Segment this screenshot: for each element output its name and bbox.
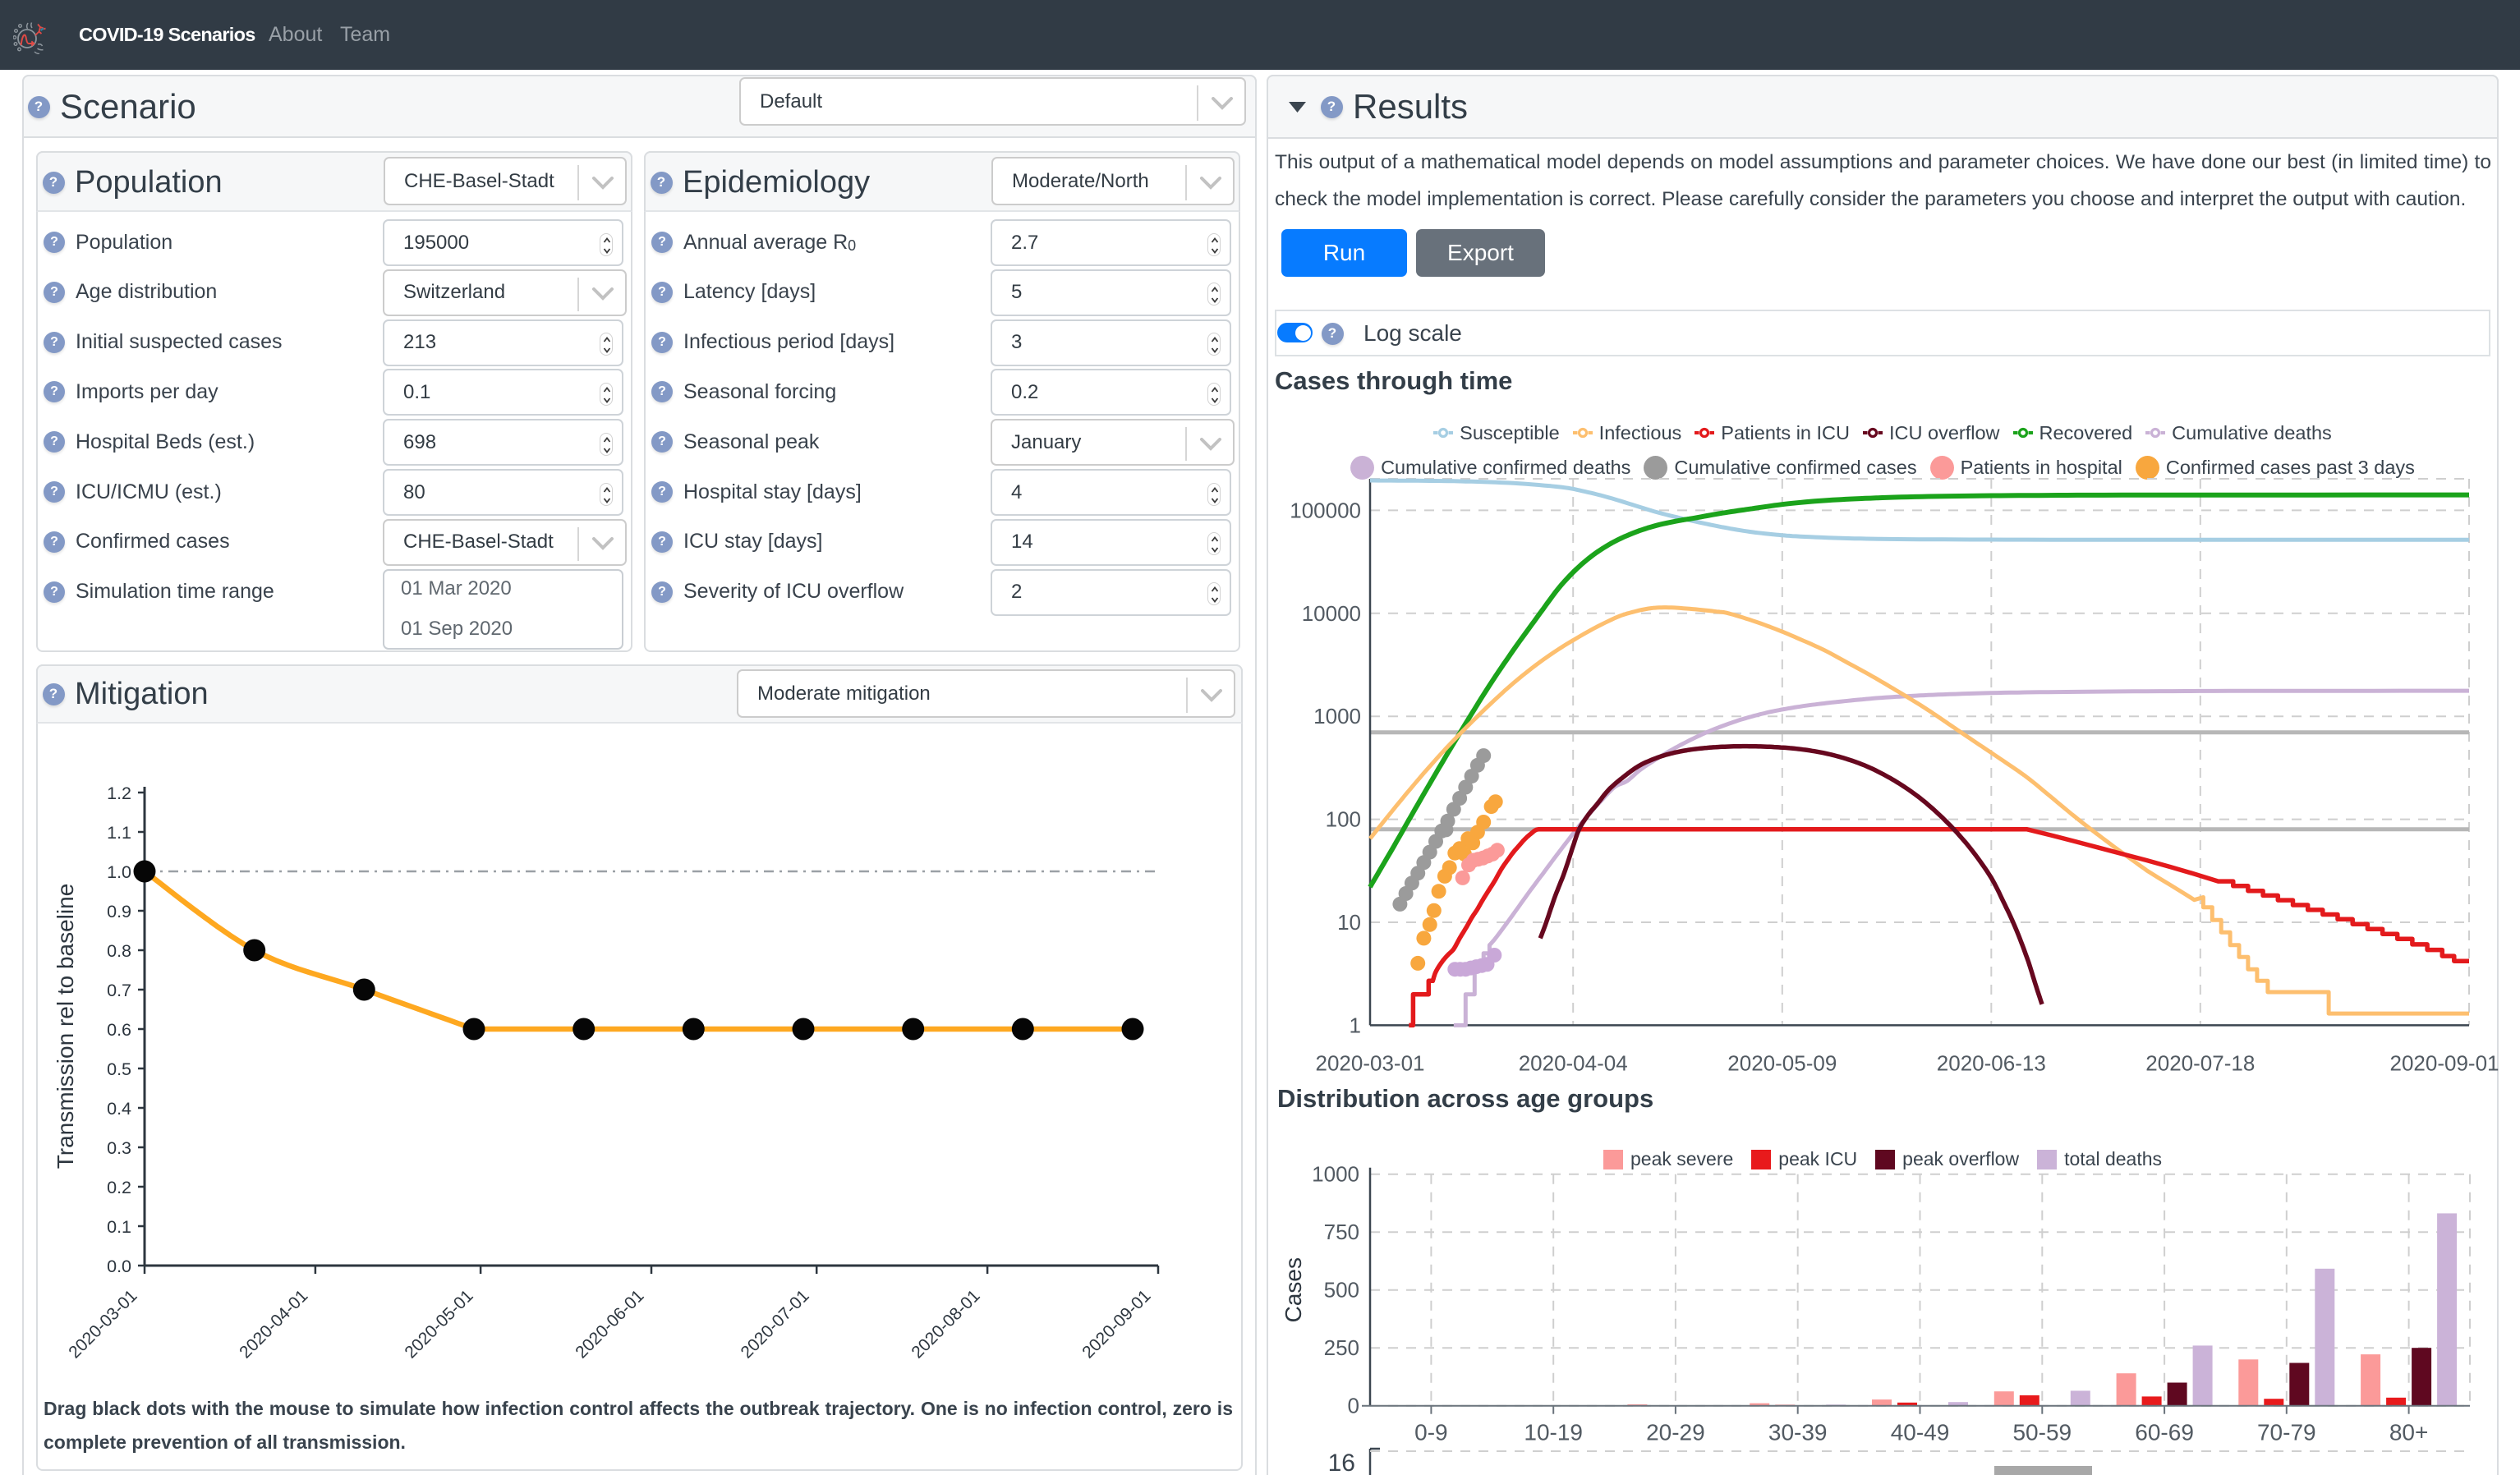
svg-text:Transmission rel to baseline: Transmission rel to baseline — [53, 884, 78, 1169]
svg-text:2020-03-01: 2020-03-01 — [1316, 1050, 1425, 1075]
svg-text:0.2: 0.2 — [107, 1178, 131, 1197]
svg-text:60-69: 60-69 — [2135, 1420, 2194, 1445]
svg-text:30-39: 30-39 — [1768, 1420, 1828, 1445]
svg-text:2020-04-01: 2020-04-01 — [236, 1286, 311, 1362]
svg-text:2020-03-01: 2020-03-01 — [65, 1286, 140, 1362]
svg-text:100000: 100000 — [1290, 498, 1361, 522]
svg-text:1000: 1000 — [1313, 704, 1361, 728]
svg-text:0.8: 0.8 — [107, 941, 131, 961]
svg-text:2020-06-13: 2020-06-13 — [1937, 1050, 2046, 1075]
svg-text:2020-09-01: 2020-09-01 — [2390, 1050, 2499, 1075]
svg-text:2020-05-01: 2020-05-01 — [401, 1286, 476, 1362]
svg-text:0.9: 0.9 — [107, 902, 131, 921]
svg-text:10000: 10000 — [1302, 601, 1361, 626]
svg-text:Cases: Cases — [1281, 1257, 1306, 1322]
svg-text:0.0: 0.0 — [107, 1257, 131, 1276]
svg-text:1.2: 1.2 — [107, 783, 131, 803]
svg-text:10-19: 10-19 — [1524, 1420, 1583, 1445]
svg-text:80+: 80+ — [2389, 1420, 2429, 1445]
svg-text:2020-09-01: 2020-09-01 — [1078, 1286, 1154, 1362]
svg-text:0.4: 0.4 — [107, 1099, 131, 1119]
svg-text:2020-05-09: 2020-05-09 — [1727, 1050, 1837, 1075]
svg-text:0.3: 0.3 — [107, 1138, 131, 1158]
svg-text:250: 250 — [1324, 1335, 1359, 1360]
svg-text:0.7: 0.7 — [107, 981, 131, 1000]
svg-text:750: 750 — [1324, 1220, 1359, 1244]
svg-text:70-79: 70-79 — [2257, 1420, 2316, 1445]
svg-text:0-9: 0-9 — [1414, 1420, 1447, 1445]
svg-text:2020-07-01: 2020-07-01 — [738, 1286, 813, 1362]
svg-text:40-49: 40-49 — [1891, 1420, 1950, 1445]
svg-text:0.6: 0.6 — [107, 1020, 131, 1040]
svg-text:2020-07-18: 2020-07-18 — [2145, 1050, 2255, 1075]
svg-text:100: 100 — [1326, 807, 1361, 832]
svg-text:500: 500 — [1324, 1278, 1359, 1303]
svg-text:2020-06-01: 2020-06-01 — [572, 1286, 647, 1362]
svg-text:0.5: 0.5 — [107, 1059, 131, 1079]
svg-text:2020-04-04: 2020-04-04 — [1519, 1050, 1628, 1075]
svg-text:2020-08-01: 2020-08-01 — [908, 1286, 983, 1362]
svg-text:1: 1 — [1350, 1013, 1361, 1037]
svg-text:16: 16 — [1328, 1450, 1355, 1475]
svg-text:1.1: 1.1 — [107, 823, 131, 843]
svg-text:0.1: 0.1 — [107, 1217, 131, 1237]
svg-text:10: 10 — [1337, 910, 1361, 935]
svg-text:1000: 1000 — [1312, 1162, 1359, 1187]
svg-text:20-29: 20-29 — [1646, 1420, 1705, 1445]
svg-text:0: 0 — [1348, 1394, 1359, 1418]
svg-text:50-59: 50-59 — [2012, 1420, 2072, 1445]
svg-text:1.0: 1.0 — [107, 862, 131, 882]
